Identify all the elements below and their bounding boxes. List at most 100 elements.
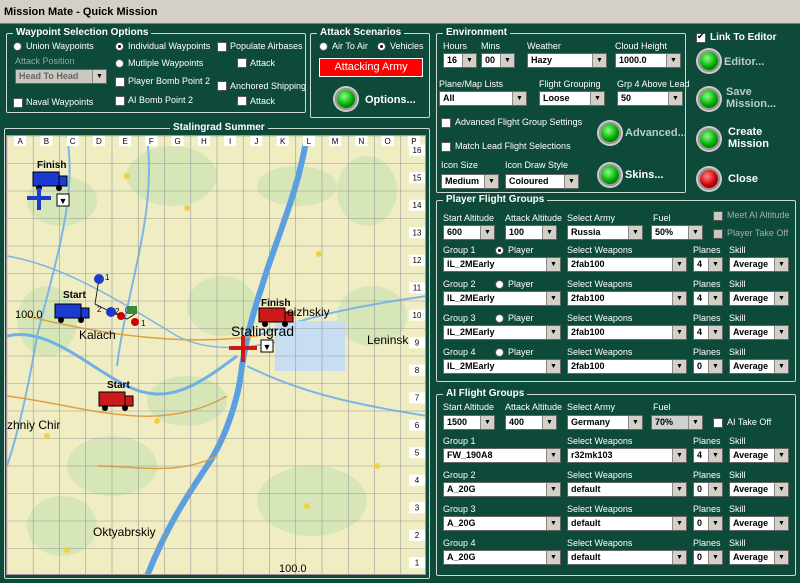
attack-position-select[interactable]: Head To Head <box>15 69 107 84</box>
weather-select[interactable]: Hazy <box>527 53 607 68</box>
player-planes-select[interactable]: 4 <box>693 325 723 340</box>
close-button-icon[interactable] <box>698 168 720 190</box>
ai-bomb-checkbox[interactable] <box>115 96 125 106</box>
individual-waypoints-radio[interactable] <box>115 42 124 51</box>
ai-weapons-select[interactable]: default <box>567 550 687 565</box>
editor-button-icon[interactable] <box>698 50 720 72</box>
player-takeoff-checkbox[interactable] <box>713 229 723 239</box>
grid-row-label: 10 <box>413 311 422 320</box>
ai-weapons-select[interactable]: default <box>567 482 687 497</box>
create-mission-button-label[interactable]: Create Mission <box>728 126 788 150</box>
mission-map[interactable]: A B C D E F G H I J K L M N O P 16 15 14 13 12 11 10 9 8 7 6 5 4 3 2 1 F… <box>6 135 426 575</box>
anchored-shipping-checkbox[interactable] <box>217 81 227 91</box>
player-plane-select[interactable]: IL_2MEarly <box>443 359 561 374</box>
plane-lists-select[interactable]: All <box>439 91 527 106</box>
ai-plane-select[interactable]: A_20G <box>443 482 561 497</box>
union-waypoints-radio[interactable] <box>13 42 22 51</box>
player-skill-select[interactable]: Average <box>729 257 789 272</box>
ai-skill-select[interactable]: Average <box>729 550 789 565</box>
ai-planes-select[interactable]: 4 <box>693 448 723 463</box>
player-radio[interactable] <box>495 348 504 357</box>
player-radio[interactable] <box>495 280 504 289</box>
flight-grouping-select[interactable]: Loose <box>539 91 605 106</box>
mins-select[interactable]: 00 <box>481 53 515 68</box>
player-plane-select[interactable]: IL_2MEarly <box>443 325 561 340</box>
skins-button-icon[interactable] <box>599 164 621 186</box>
icon-style-select[interactable]: Coloured <box>505 174 579 189</box>
ai-plane-select[interactable]: FW_190A8 <box>443 448 561 463</box>
grid-col-label: D <box>96 137 102 146</box>
ai-planes-select[interactable]: 0 <box>693 516 723 531</box>
advanced-button-icon[interactable] <box>599 122 621 144</box>
player-plane-select[interactable]: IL_2MEarly <box>443 291 561 306</box>
ai-weapons-select[interactable]: default <box>567 516 687 531</box>
ai-planes-select[interactable]: 0 <box>693 482 723 497</box>
ai-weapons-label: Select Weapons <box>567 538 633 548</box>
ai-attack-alt-select[interactable]: 400 <box>505 415 557 430</box>
options-button-icon[interactable] <box>335 88 357 110</box>
ai-weapons-select[interactable]: r32mk103 <box>567 448 687 463</box>
ai-takeoff-checkbox[interactable] <box>713 418 723 428</box>
close-button-label[interactable]: Close <box>728 173 758 185</box>
meet-ai-altitude-checkbox[interactable] <box>713 211 723 221</box>
ai-fuel-select[interactable]: 70% <box>651 415 703 430</box>
player-bomb-checkbox[interactable] <box>115 77 125 87</box>
player-attack-alt-select[interactable]: 100 <box>505 225 557 240</box>
player-weapons-select[interactable]: 2fab100 <box>567 359 687 374</box>
naval-waypoints-checkbox[interactable] <box>13 98 23 108</box>
advanced-settings-checkbox[interactable] <box>441 118 451 128</box>
player-planes-select[interactable]: 4 <box>693 257 723 272</box>
player-plane-select[interactable]: IL_2MEarly <box>443 257 561 272</box>
match-lead-checkbox[interactable] <box>441 142 451 152</box>
ai-army-select[interactable]: Germany <box>567 415 643 430</box>
ai-planes-select[interactable]: 0 <box>693 550 723 565</box>
player-weapons-select[interactable]: 2fab100 <box>567 257 687 272</box>
map-canvas[interactable]: A B C D E F G H I J K L M N O P16151413121110987654321F… <box>7 136 426 575</box>
multiple-waypoints-radio[interactable] <box>115 59 124 68</box>
options-button-label[interactable]: Options... <box>365 94 416 106</box>
save-mission-button-icon[interactable] <box>698 88 720 110</box>
grid-row-label: 12 <box>413 256 422 265</box>
player-start-alt-select[interactable]: 600 <box>443 225 495 240</box>
ai-bomb-label: AI Bomb Point 2 <box>128 95 194 105</box>
player-skill-select[interactable]: Average <box>729 359 789 374</box>
populate-airbases-checkbox[interactable] <box>217 42 227 52</box>
ai-skill-select[interactable]: Average <box>729 482 789 497</box>
player-skill-select[interactable]: Average <box>729 291 789 306</box>
create-mission-button-icon[interactable] <box>698 128 720 150</box>
start-label: Start <box>63 290 86 301</box>
ai-plane-select[interactable]: A_20G <box>443 550 561 565</box>
air-to-air-radio[interactable] <box>319 42 328 51</box>
player-radio[interactable] <box>495 246 504 255</box>
ai-skill-select[interactable]: Average <box>729 448 789 463</box>
blue-start-truck-cab <box>80 307 90 319</box>
ai-plane-select[interactable]: A_20G <box>443 516 561 531</box>
grp4-label: Grp 4 Above Lead <box>617 79 690 89</box>
save-mission-button-label[interactable]: Save Mission... <box>726 86 786 110</box>
vehicles-radio[interactable] <box>377 42 386 51</box>
cloud-height-select[interactable]: 1000.0 <box>615 53 681 68</box>
shipping-attack-checkbox[interactable] <box>237 96 247 106</box>
skins-button-label[interactable]: Skins... <box>625 169 664 181</box>
player-fuel-select[interactable]: 50% <box>651 225 703 240</box>
ai-skill-select[interactable]: Average <box>729 516 789 531</box>
airbase-attack-checkbox[interactable] <box>237 58 247 68</box>
player-radio[interactable] <box>495 314 504 323</box>
editor-button-label[interactable]: Editor... <box>724 56 764 68</box>
hours-select[interactable]: 16 <box>443 53 477 68</box>
link-editor-checkbox[interactable] <box>696 31 706 43</box>
player-weapons-select[interactable]: 2fab100 <box>567 291 687 306</box>
grp4-select[interactable]: 50 <box>617 91 683 106</box>
multiple-waypoints-label: Mutliple Waypoints <box>128 58 204 68</box>
player-planes-select[interactable]: 0 <box>693 359 723 374</box>
grid-value-label: 100.0 <box>15 309 43 321</box>
icon-size-select[interactable]: Medium <box>441 174 499 189</box>
ai-start-alt-select[interactable]: 1500 <box>443 415 495 430</box>
advanced-button-label[interactable]: Advanced... <box>625 127 687 139</box>
grid-row-label: 3 <box>415 503 420 512</box>
player-skill-select[interactable]: Average <box>729 325 789 340</box>
player-planes-select[interactable]: 4 <box>693 291 723 306</box>
attacking-army-button[interactable]: Attacking Army <box>319 58 423 77</box>
player-army-select[interactable]: Russia <box>567 225 643 240</box>
player-weapons-select[interactable]: 2fab100 <box>567 325 687 340</box>
